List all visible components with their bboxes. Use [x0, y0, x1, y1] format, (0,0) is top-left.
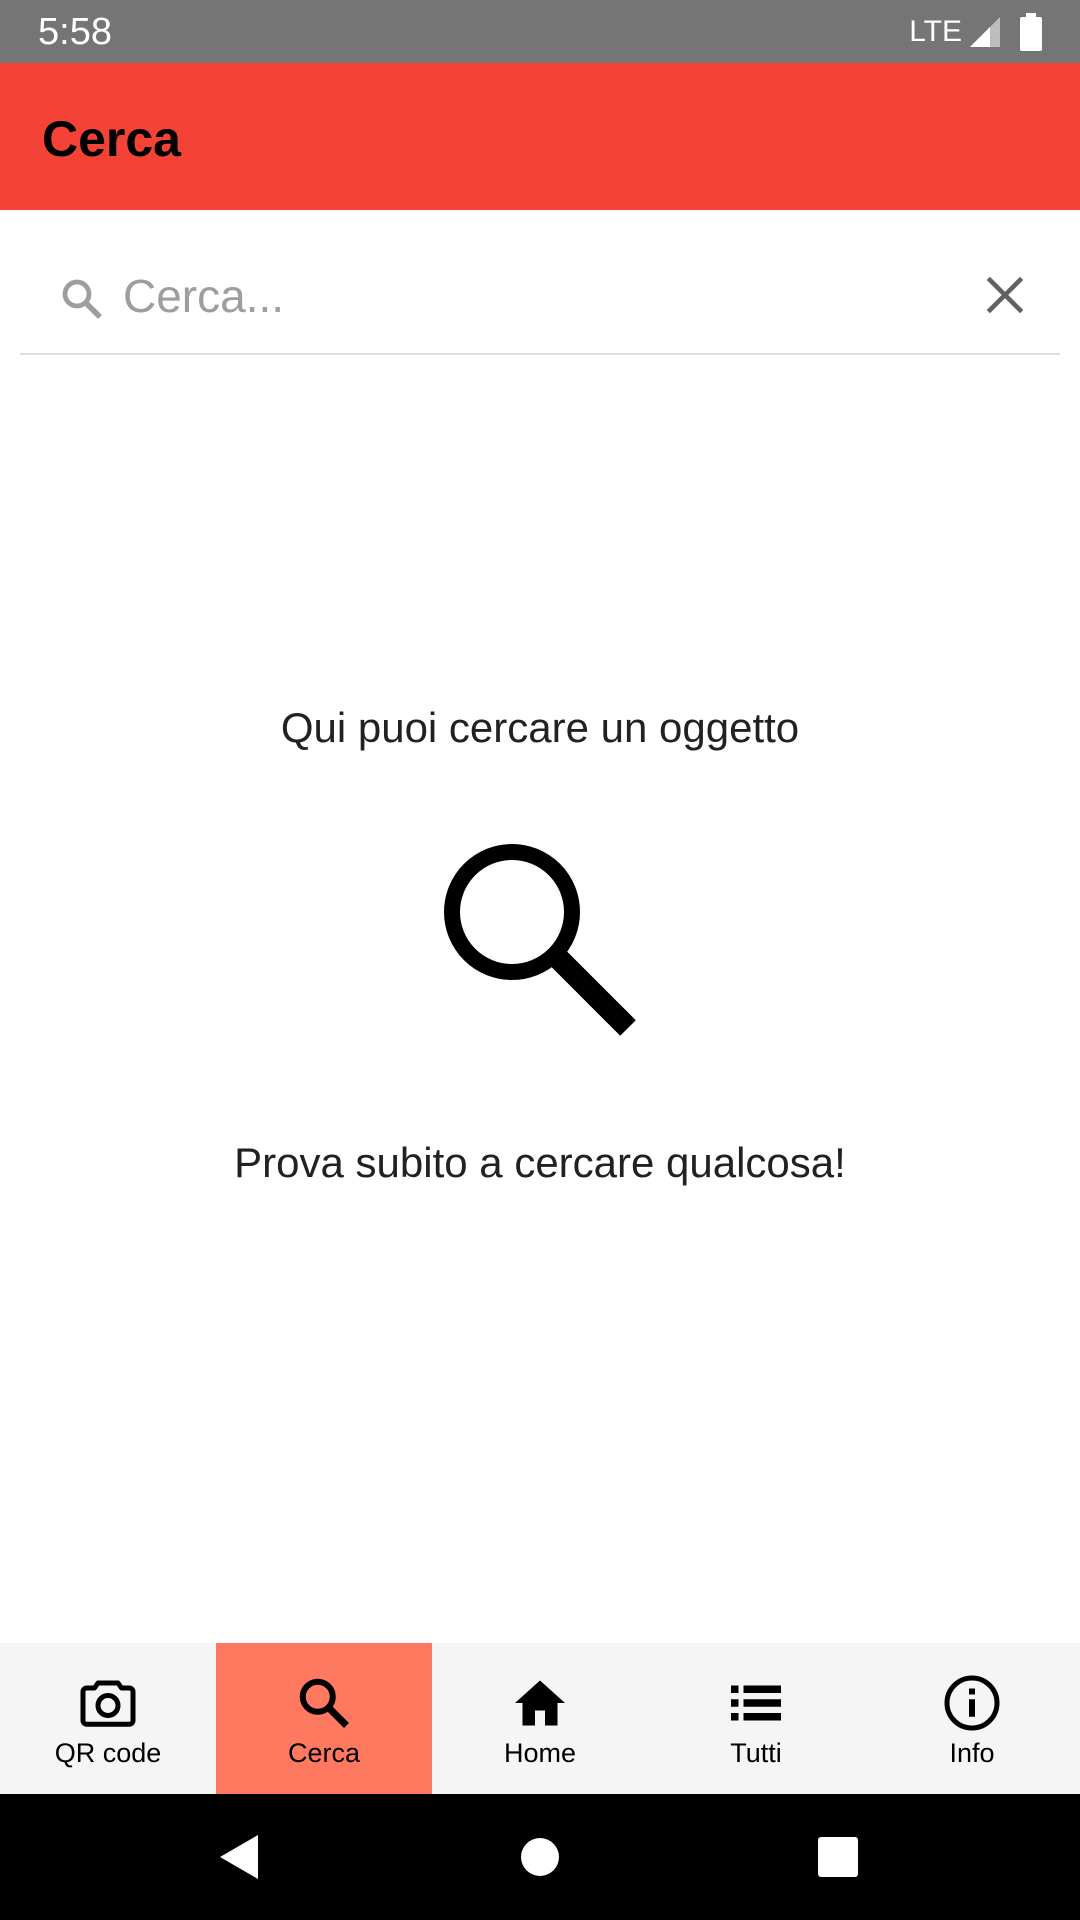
- system-navigation-bar: [0, 1794, 1080, 1920]
- nav-label: Home: [503, 1738, 577, 1768]
- screen: 5:58 LTE Cerca Cerca... Qui puoi cercare…: [0, 0, 1080, 1920]
- search-icon: [58, 275, 106, 323]
- camera-icon: [78, 1673, 138, 1733]
- battery-icon: [1020, 13, 1042, 51]
- page-title: Cerca: [42, 111, 181, 167]
- bottom-navigation: QR code Cerca Home Tutti Info: [0, 1643, 1080, 1794]
- empty-state-subtitle: Prova subito a cercare qualcosa!: [234, 1139, 846, 1186]
- home-icon: [510, 1673, 570, 1733]
- home-circle-icon[interactable]: [510, 1827, 570, 1887]
- nav-item-info[interactable]: Info: [864, 1643, 1080, 1794]
- search-bar: [20, 235, 1060, 355]
- empty-state-title: Qui puoi cercare un oggetto: [280, 704, 800, 751]
- status-bar: 5:58 LTE: [0, 0, 1080, 63]
- search-icon: [430, 830, 650, 1050]
- close-icon[interactable]: [980, 270, 1030, 320]
- signal-icon: [968, 15, 1002, 49]
- status-time: 5:58: [38, 11, 112, 53]
- nav-label: Tutti: [730, 1738, 782, 1768]
- status-icons: LTE: [909, 12, 1042, 52]
- nav-item-qr-code[interactable]: QR code: [0, 1643, 216, 1794]
- network-type: LTE: [909, 15, 962, 48]
- nav-item-tutti[interactable]: Tutti: [648, 1643, 864, 1794]
- nav-label: Cerca: [287, 1738, 361, 1768]
- nav-item-home[interactable]: Home: [432, 1643, 648, 1794]
- app-bar: Cerca: [0, 63, 1080, 210]
- info-icon: [942, 1673, 1002, 1733]
- nav-item-cerca[interactable]: Cerca: [216, 1643, 432, 1794]
- back-icon[interactable]: [208, 1827, 268, 1887]
- list-icon: [726, 1673, 786, 1733]
- recents-icon[interactable]: [808, 1827, 868, 1887]
- search-icon: [294, 1673, 354, 1733]
- search-input[interactable]: [123, 263, 943, 329]
- nav-label: QR code: [54, 1738, 162, 1768]
- nav-label: Info: [949, 1738, 995, 1768]
